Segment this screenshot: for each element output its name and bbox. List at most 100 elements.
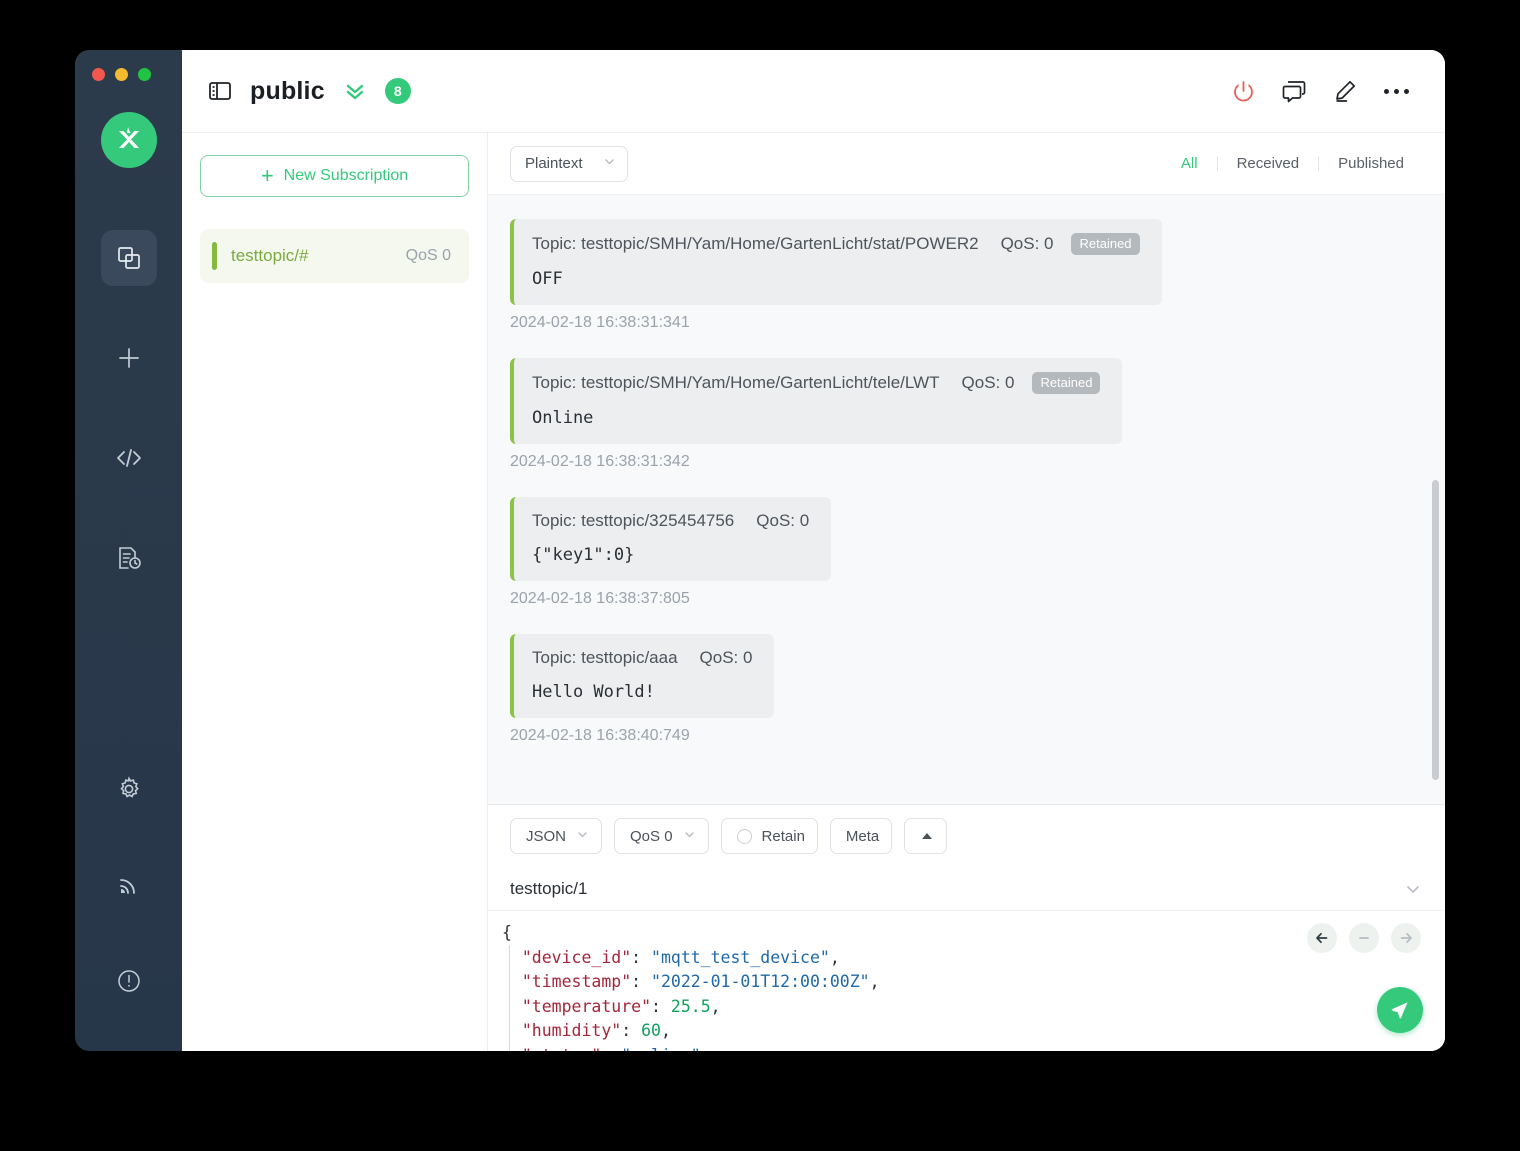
message-topic: Topic: testtopic/325454756 [532,511,734,531]
publish-qos-value: QoS 0 [630,828,673,845]
publish-format-select[interactable]: JSON [510,818,602,854]
subscriptions-panel: + New Subscription testtopic/# QoS 0 [182,133,488,1051]
message-payload: {"key1":0} [532,545,809,565]
message-header: Topic: testtopic/aaa QoS: 0 [532,648,752,668]
publish-composer: JSON QoS 0 [488,804,1445,1051]
sidebar-item-broadcast[interactable] [101,857,157,913]
publish-format-value: JSON [526,828,566,845]
chevron-down-icon[interactable] [1403,879,1423,899]
message-timestamp: 2024-02-18 16:38:40:749 [510,727,1423,745]
subscription-qos: QoS 0 [406,247,451,265]
message-bubble[interactable]: Topic: testtopic/aaa QoS: 0 Hello World! [510,634,774,718]
message-header: Topic: testtopic/325454756 QoS: 0 [532,511,809,531]
rail-bottom-nav [75,761,182,1009]
messages-toolbar: Plaintext All Received Published [488,133,1445,195]
maximize-window-button[interactable] [138,68,151,81]
messages-list: Topic: testtopic/SMH/Yam/Home/GartenLich… [488,219,1445,745]
payload-code[interactable]: { "device_id": "mqtt_test_device", "time… [488,921,1445,1051]
message-payload: Hello World! [532,682,752,702]
window-controls[interactable] [92,68,151,81]
message-header: Topic: testtopic/SMH/Yam/Home/GartenLich… [532,372,1100,394]
retained-badge: Retained [1071,233,1139,255]
message-timestamp: 2024-02-18 16:38:31:341 [510,314,1423,332]
edit-icon[interactable] [1333,79,1358,104]
forward-arrow-icon[interactable] [1391,923,1421,953]
body-row: + New Subscription testtopic/# QoS 0 Pla… [182,133,1445,1051]
back-arrow-icon[interactable] [1307,923,1337,953]
sidebar-item-log[interactable] [101,530,157,586]
more-icon[interactable] [1384,89,1409,94]
messages-panel: Plaintext All Received Published [488,133,1445,1051]
message-filter-tabs: All Received Published [1162,155,1423,172]
top-bar: public 8 [182,50,1445,133]
subscription-color-bar [212,242,217,270]
message-topic: Topic: testtopic/SMH/Yam/Home/GartenLich… [532,234,979,254]
close-window-button[interactable] [92,68,105,81]
tab-published[interactable]: Published [1319,155,1423,172]
publish-topic-input[interactable]: testtopic/1 [510,879,588,899]
message-item: Topic: testtopic/aaa QoS: 0 Hello World!… [510,634,1423,745]
sidebar-item-about[interactable] [101,953,157,1009]
power-icon[interactable] [1231,79,1256,104]
subscription-item[interactable]: testtopic/# QoS 0 [200,229,469,283]
left-rail [75,50,182,1051]
chevron-double-down-icon[interactable] [343,80,367,102]
page-title: public [250,77,325,106]
message-bubble[interactable]: Topic: testtopic/325454756 QoS: 0 {"key1… [510,497,831,581]
message-item: Topic: testtopic/SMH/Yam/Home/GartenLich… [510,219,1423,332]
messages-scrollbar[interactable] [1432,480,1439,780]
message-qos: QoS: 0 [962,373,1015,393]
message-qos: QoS: 0 [1001,234,1054,254]
message-payload: OFF [532,269,1140,289]
top-bar-actions [1231,79,1409,104]
message-timestamp: 2024-02-18 16:38:31:342 [510,453,1423,471]
new-subscription-label: New Subscription [284,167,409,185]
sidebar-item-connections[interactable] [101,230,157,286]
sidebar-item-settings[interactable] [101,761,157,817]
panel-toggle-icon[interactable] [208,80,232,102]
top-bar-left: public 8 [208,77,411,106]
publish-topic-row[interactable]: testtopic/1 [488,867,1445,911]
connection-count-badge: 8 [385,78,411,104]
main-area: public 8 [182,50,1445,1051]
message-timestamp: 2024-02-18 16:38:37:805 [510,590,1423,608]
sidebar-item-script[interactable] [101,430,157,486]
messages-scroll-area[interactable]: Topic: testtopic/SMH/Yam/Home/GartenLich… [488,195,1445,804]
composer-toolbar: JSON QoS 0 [488,805,1445,867]
retain-radio-icon [737,829,752,844]
new-subscription-button[interactable]: + New Subscription [200,155,469,197]
payload-format-select[interactable]: Plaintext [510,146,628,182]
sidebar-item-new-connection[interactable] [101,330,157,386]
message-qos: QoS: 0 [700,648,753,668]
message-item: Topic: testtopic/325454756 QoS: 0 {"key1… [510,497,1423,608]
caret-up-icon [920,831,934,841]
send-button[interactable] [1377,987,1423,1033]
collapse-composer-button[interactable] [904,818,947,854]
payload-format-value: Plaintext [525,155,583,172]
tab-received[interactable]: Received [1218,155,1319,172]
retain-label: Retain [762,828,805,845]
meta-button[interactable]: Meta [830,818,892,854]
chevron-down-icon [576,828,589,845]
tab-all[interactable]: All [1162,155,1217,172]
subscription-topic: testtopic/# [231,246,309,266]
message-topic: Topic: testtopic/SMH/Yam/Home/GartenLich… [532,373,940,393]
minimize-window-button[interactable] [115,68,128,81]
meta-label: Meta [846,828,879,845]
chevron-down-icon [603,155,616,172]
minus-icon[interactable] [1349,923,1379,953]
message-bubble[interactable]: Topic: testtopic/SMH/Yam/Home/GartenLich… [510,358,1122,444]
message-header: Topic: testtopic/SMH/Yam/Home/GartenLich… [532,233,1140,255]
editor-nav-buttons [1307,923,1421,953]
publish-qos-select[interactable]: QoS 0 [614,818,709,854]
retained-badge: Retained [1032,372,1100,394]
message-topic: Topic: testtopic/aaa [532,648,678,668]
message-bubble[interactable]: Topic: testtopic/SMH/Yam/Home/GartenLich… [510,219,1162,305]
payload-editor[interactable]: { "device_id": "mqtt_test_device", "time… [488,911,1445,1051]
chat-icon[interactable] [1282,79,1307,104]
indent-guide [509,945,510,1051]
retain-toggle[interactable]: Retain [721,818,818,854]
plus-icon: + [261,165,274,187]
message-payload: Online [532,408,1100,428]
chevron-down-icon [683,828,696,845]
